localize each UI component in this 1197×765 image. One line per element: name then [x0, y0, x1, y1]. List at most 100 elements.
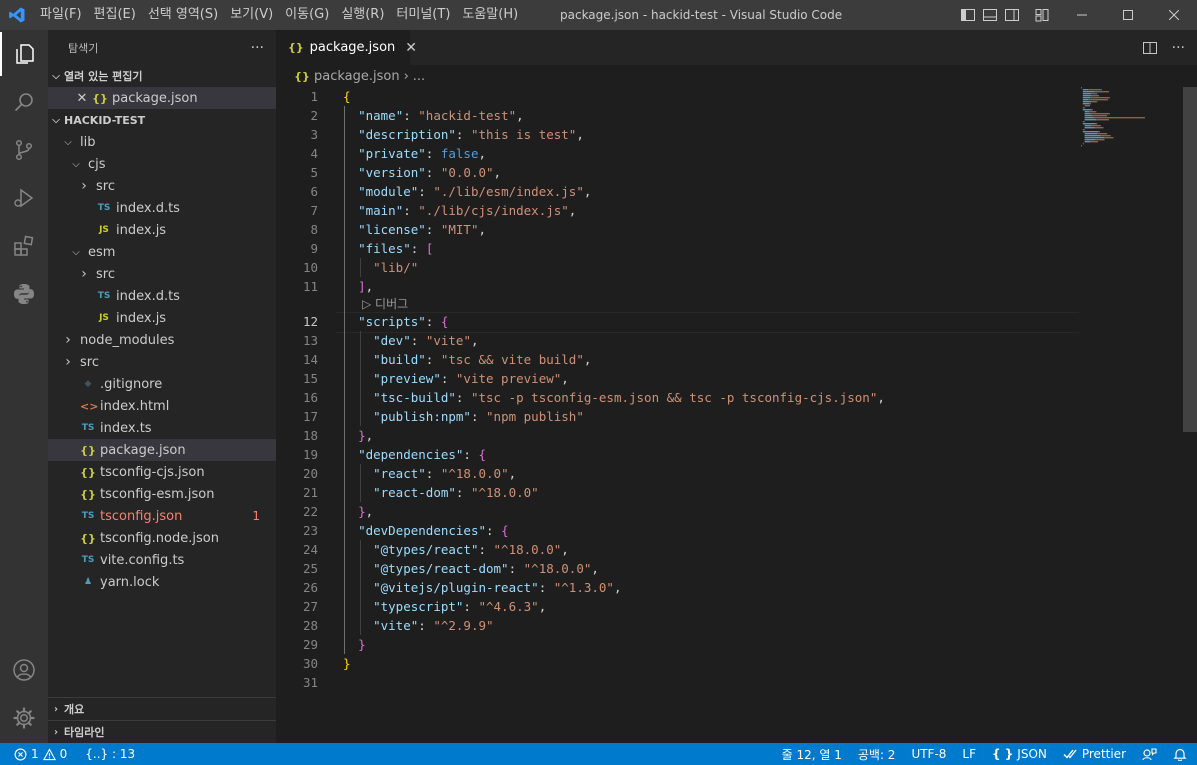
settings-gear-icon[interactable]: [0, 696, 48, 740]
tree-item-label: esm: [88, 244, 116, 260]
close-icon: [1169, 10, 1179, 20]
chevron-right-icon: ›: [65, 354, 71, 370]
tree-folder[interactable]: ⌵ cjs: [48, 153, 276, 175]
close-window-button[interactable]: [1151, 0, 1197, 30]
minimize-button[interactable]: [1059, 0, 1105, 30]
prettier-status[interactable]: Prettier: [1055, 747, 1134, 761]
menu-item[interactable]: 도움말(H): [456, 0, 524, 30]
tree-file[interactable]: JS index.js: [48, 307, 276, 329]
open-editor-item[interactable]: ✕ {} package.json: [48, 87, 276, 109]
tree-file[interactable]: {} tsconfig.node.json: [48, 527, 276, 549]
code-token: :: [463, 447, 479, 462]
notifications-button[interactable]: [1165, 747, 1197, 761]
code-token: "0.0.0": [440, 165, 494, 180]
run-debug-icon[interactable]: [0, 176, 48, 220]
tree-file[interactable]: JS index.js: [48, 219, 276, 241]
explorer-icon[interactable]: [0, 32, 48, 76]
code-token: "dev": [373, 333, 411, 348]
error-icon: [14, 748, 27, 760]
menu-item[interactable]: 이동(G): [279, 0, 335, 30]
source-control-icon[interactable]: [0, 128, 48, 172]
tree-folder[interactable]: ⌵ esm: [48, 241, 276, 263]
code-line: "dev": "vite",: [343, 331, 478, 350]
code-token: "@vitejs/plugin-react": [373, 580, 539, 595]
project-folder-header[interactable]: ⌵ HACKID-TEST: [48, 109, 276, 131]
encoding[interactable]: UTF-8: [903, 747, 954, 761]
code-token: ,: [576, 127, 584, 142]
tree-file[interactable]: TS index.d.ts: [48, 197, 276, 219]
minimap-token: [1090, 111, 1096, 113]
code-token: :: [440, 371, 456, 386]
tree-folder[interactable]: › src: [48, 175, 276, 197]
language-mode[interactable]: { } JSON: [984, 747, 1055, 761]
tree-file[interactable]: TS index.d.ts: [48, 285, 276, 307]
menu-item[interactable]: 선택 영역(S): [142, 0, 224, 30]
menu-item[interactable]: 파일(F): [34, 0, 88, 30]
code-token: ,: [516, 108, 524, 123]
more-actions-icon[interactable]: ···: [251, 40, 264, 56]
more-actions-icon[interactable]: ···: [1172, 40, 1185, 56]
code-token: ,: [613, 580, 622, 595]
split-editor-icon[interactable]: [1142, 40, 1158, 56]
line-number: 20: [302, 466, 318, 481]
tree-file[interactable]: {} tsconfig-cjs.json: [48, 461, 276, 483]
tree-file[interactable]: TS vite.config.ts: [48, 549, 276, 571]
tree-file[interactable]: TS index.ts: [48, 417, 276, 439]
cursor-position[interactable]: 줄 12, 열 1: [774, 746, 850, 763]
debug-codelens[interactable]: ▷ 디버그: [362, 296, 408, 313]
breadcrumb-more[interactable]: ...: [413, 69, 425, 84]
tree-file[interactable]: <> index.html: [48, 395, 276, 417]
tab-package-json[interactable]: {} package.json ✕: [276, 30, 417, 65]
tree-file[interactable]: ◆ .gitignore: [48, 373, 276, 395]
minimap[interactable]: [1081, 87, 1185, 157]
tree-file[interactable]: {} tsconfig-esm.json: [48, 483, 276, 505]
vertical-scrollbar[interactable]: [1183, 87, 1197, 432]
close-icon[interactable]: ✕: [74, 91, 90, 106]
menu-item[interactable]: 실행(R): [335, 0, 390, 30]
tree-file[interactable]: {} package.json: [48, 439, 276, 461]
feedback-button[interactable]: [1134, 747, 1165, 761]
tree-item-label: lib: [80, 134, 96, 150]
toggle-secondary-sidebar-icon[interactable]: [1004, 7, 1020, 23]
outline-header[interactable]: › 개요: [48, 697, 276, 720]
menu-item[interactable]: 터미널(T): [390, 0, 456, 30]
python-icon[interactable]: [0, 272, 48, 316]
code-editor[interactable]: 1 2 3 4 5 6 7 8 9 10 11 12 13 14 15 16 17 18 19 20 21 22 23 24 2…: [276, 87, 1197, 743]
indentation[interactable]: 공백: 2: [850, 746, 904, 763]
problems-indicator[interactable]: 1 0: [0, 747, 75, 761]
minimap-token: [1082, 131, 1099, 133]
tree-file[interactable]: ♟ yarn.lock: [48, 571, 276, 593]
tree-folder[interactable]: › src: [48, 263, 276, 285]
extensions-icon[interactable]: [0, 224, 48, 268]
code-line: "@vitejs/plugin-react": "^1.3.0",: [343, 578, 622, 597]
breadcrumb-file[interactable]: package.json: [314, 69, 400, 84]
customize-layout-icon[interactable]: [1034, 7, 1050, 23]
toggle-primary-sidebar-icon[interactable]: [960, 7, 976, 23]
close-icon[interactable]: ✕: [405, 40, 417, 56]
menu-item[interactable]: 편집(E): [88, 0, 142, 30]
end-of-line[interactable]: LF: [954, 747, 984, 761]
toggle-panel-icon[interactable]: [982, 7, 998, 23]
minimap-token: [1090, 93, 1092, 95]
tree-folder[interactable]: › src: [48, 351, 276, 373]
search-icon[interactable]: [0, 80, 48, 124]
tree-file[interactable]: TS tsconfig.json 1: [48, 505, 276, 527]
maximize-button[interactable]: [1105, 0, 1151, 30]
json-symbols-indicator[interactable]: {..} : 13: [75, 747, 143, 761]
open-editors-header[interactable]: ⌵ 열려 있는 편집기: [48, 65, 276, 87]
timeline-header[interactable]: › 타임라인: [48, 720, 276, 743]
chevron-right-icon: ›: [81, 178, 87, 194]
code-line: "dependencies": {: [343, 445, 486, 464]
tree-folder[interactable]: › node_modules: [48, 329, 276, 351]
tree-folder[interactable]: ⌵ lib: [48, 131, 276, 153]
line-number: 4: [310, 146, 318, 161]
account-icon[interactable]: [0, 648, 48, 692]
menu-item[interactable]: 보기(V): [224, 0, 279, 30]
minimap-token: [1090, 113, 1092, 115]
